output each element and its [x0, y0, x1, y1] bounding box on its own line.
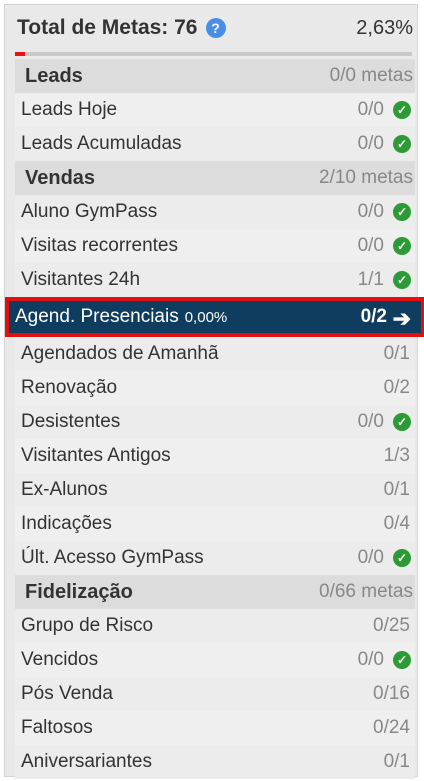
meta-value: 0/1: [383, 751, 410, 772]
meta-value: 0/16: [373, 683, 410, 704]
check-circle-icon: ✓: [393, 135, 411, 153]
meta-label: Visitas recorrentes: [21, 235, 178, 256]
total-metas-title: Total de Metas: 76 ?: [17, 16, 226, 40]
meta-label: Agend. Presenciais: [15, 306, 179, 327]
meta-value: 1/3: [383, 445, 410, 466]
metas-panel: Total de Metas: 76 ? 2,63% Leads 0/0 meta…: [4, 4, 424, 779]
section-metas-count: 0/66 metas: [319, 581, 413, 602]
meta-row[interactable]: Desistentes 0/0 ✓: [15, 405, 415, 439]
meta-value: 0/1: [383, 343, 410, 364]
meta-row[interactable]: Últ. Acesso GymPass 0/0 ✓: [15, 541, 415, 575]
meta-label: Vencidos: [21, 649, 99, 670]
meta-value: 1/1: [357, 269, 384, 290]
meta-label: Últ. Acesso GymPass: [21, 547, 204, 568]
meta-row[interactable]: Renovação 0/2: [15, 371, 415, 405]
meta-label: Leads Hoje: [21, 99, 118, 120]
meta-label: Agendados de Amanhã: [21, 343, 219, 364]
meta-row[interactable]: Vencidos 0/0 ✓: [15, 643, 415, 677]
total-progress-bar: [15, 52, 412, 56]
meta-row[interactable]: Aniversariantes 0/1: [15, 745, 415, 779]
meta-value: 0/0: [357, 411, 384, 432]
meta-label: Pós Venda: [21, 683, 113, 704]
meta-row[interactable]: Ex-Alunos 0/1: [15, 473, 415, 507]
meta-value: 0/25: [373, 615, 410, 636]
meta-label: Visitantes Antigos: [21, 445, 171, 466]
section-title: Vendas: [25, 166, 96, 189]
meta-value: 0/0: [357, 235, 384, 256]
meta-label: Ex-Alunos: [21, 479, 108, 500]
meta-value: 0/2: [360, 306, 387, 327]
meta-value: 0/0: [357, 99, 384, 120]
meta-value: 0/0: [357, 649, 384, 670]
section-header[interactable]: Vendas 2/10 metas: [15, 161, 415, 195]
question-circle-icon[interactable]: ?: [205, 18, 226, 38]
meta-row[interactable]: Visitantes Antigos 1/3: [15, 439, 415, 473]
meta-row[interactable]: Aluno GymPass 0/0 ✓: [15, 195, 415, 229]
check-circle-icon: ✓: [393, 271, 411, 289]
meta-row[interactable]: Pós Venda 0/16: [15, 677, 415, 711]
section-title: Fidelização: [25, 580, 133, 603]
meta-label: Grupo de Risco: [21, 615, 154, 636]
section-header[interactable]: Leads 0/0 metas: [15, 59, 415, 93]
meta-percent: 0,00%: [184, 308, 228, 326]
meta-row[interactable]: Leads Hoje 0/0 ✓: [15, 93, 415, 127]
metas-list: Leads 0/0 metas Leads Hoje 0/0 ✓ Leads Acumul…: [5, 59, 424, 779]
meta-label: Desistentes: [21, 411, 121, 432]
meta-label: Aniversariantes: [21, 751, 152, 772]
meta-label: Indicações: [21, 513, 112, 534]
meta-row[interactable]: Grupo de Risco 0/25: [15, 609, 415, 643]
check-circle-icon: ✓: [393, 101, 411, 119]
meta-label: Aluno GymPass: [21, 201, 158, 222]
meta-row[interactable]: Agend. Presenciais 0,00% 0/2 ➔: [5, 297, 424, 337]
meta-row[interactable]: Visitantes 24h 1/1 ✓: [15, 263, 415, 297]
meta-row[interactable]: Visitas recorrentes 0/0 ✓: [15, 229, 415, 263]
total-percent: 2,63%: [356, 17, 413, 39]
section-header[interactable]: Fidelização 0/66 metas: [15, 575, 415, 609]
meta-value: 0/0: [357, 201, 384, 222]
meta-value: 0/24: [373, 717, 410, 738]
meta-value: 0/4: [383, 513, 410, 534]
meta-label: Leads Acumuladas: [21, 133, 182, 154]
panel-header: Total de Metas: 76 ? 2,63%: [15, 5, 415, 51]
meta-value: 0/1: [383, 479, 410, 500]
meta-label: Renovação: [21, 377, 118, 398]
total-metas-label: Total de Metas: 76: [17, 16, 198, 39]
meta-row[interactable]: Agendados de Amanhã 0/1: [15, 337, 415, 371]
meta-row[interactable]: Indicações 0/4: [15, 507, 415, 541]
meta-value: 0/0: [357, 547, 384, 568]
meta-value: 0/2: [383, 377, 410, 398]
check-circle-icon: ✓: [393, 651, 411, 669]
arrow-right-icon[interactable]: ➔: [393, 306, 411, 332]
meta-row[interactable]: Faltosos 0/24: [15, 711, 415, 745]
section-metas-count: 2/10 metas: [319, 167, 413, 188]
check-circle-icon: ✓: [393, 549, 411, 567]
meta-label: Faltosos: [21, 717, 93, 738]
meta-label: Visitantes 24h: [21, 269, 141, 290]
check-circle-icon: ✓: [393, 237, 411, 255]
check-circle-icon: ✓: [393, 203, 411, 221]
check-circle-icon: ✓: [393, 413, 411, 431]
meta-row[interactable]: Leads Acumuladas 0/0 ✓: [15, 127, 415, 161]
meta-value: 0/0: [357, 133, 384, 154]
progress-fill: [15, 52, 26, 56]
section-metas-count: 0/0 metas: [329, 65, 413, 86]
section-title: Leads: [25, 64, 83, 87]
